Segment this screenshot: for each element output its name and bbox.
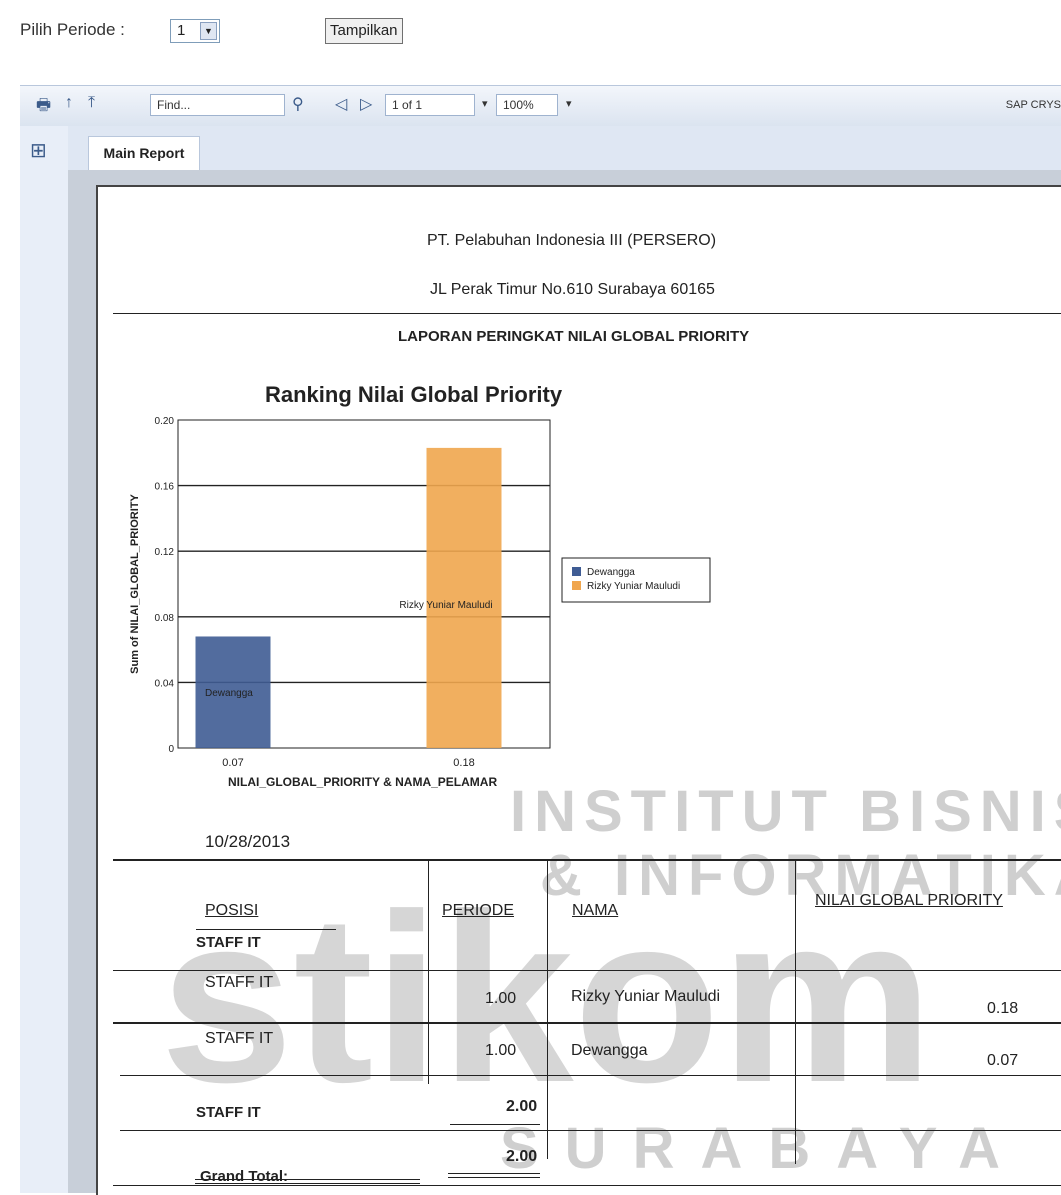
table-top-border bbox=[113, 859, 1061, 861]
period-select-value: 1 bbox=[177, 22, 186, 39]
report-title: LAPORAN PERINGKAT NILAI GLOBAL PRIORITY bbox=[398, 328, 750, 345]
tab-bar: Main Report bbox=[68, 126, 1061, 171]
export-icon[interactable]: ↑ bbox=[65, 94, 73, 112]
x-axis-title: NILAI_GLOBAL_PRIORITY & NAMA_PELAMAR bbox=[228, 775, 497, 789]
chevron-down-icon[interactable]: ▼ bbox=[200, 22, 217, 40]
brand-label: SAP CRYS bbox=[1005, 99, 1061, 111]
upload-icon[interactable]: ⤒ bbox=[88, 94, 95, 112]
group-label: STAFF IT bbox=[196, 934, 261, 951]
table-row-divider bbox=[120, 1130, 1061, 1131]
show-button[interactable]: Tampilkan bbox=[325, 18, 403, 44]
table-row-divider bbox=[113, 1022, 1061, 1024]
header-nama: NAMA bbox=[572, 902, 619, 919]
header-periode: PERIODE bbox=[442, 902, 515, 919]
period-select[interactable]: 1 ▼ bbox=[170, 19, 220, 43]
filter-bar: Pilih Periode : 1 ▼ Tampilkan bbox=[0, 0, 1061, 80]
zoom-dropdown-icon[interactable]: ▾ bbox=[566, 97, 572, 110]
row2-nilai: 0.07 bbox=[987, 1052, 1019, 1069]
group-tree-panel: ⊞ bbox=[20, 126, 69, 1193]
header-nilai: NILAI GLOBAL PRIORITY bbox=[815, 892, 1003, 909]
subtotal-label: STAFF IT bbox=[196, 1104, 261, 1121]
row2-posisi: STAFF IT bbox=[205, 1030, 274, 1047]
legend-swatch bbox=[572, 581, 581, 590]
legend-label: Rizky Yuniar Mauludi bbox=[587, 581, 680, 592]
y-tick-label: 0.16 bbox=[155, 482, 175, 493]
binoculars-icon[interactable]: ⚲ bbox=[292, 94, 304, 114]
watermark-line4: SURABAYA bbox=[500, 1116, 1027, 1181]
row2-nama: Dewangga bbox=[571, 1042, 648, 1059]
row1-nama: Rizky Yuniar Mauludi bbox=[571, 988, 721, 1005]
bar-data-label: Dewangga bbox=[205, 688, 253, 699]
y-tick-label: 0.12 bbox=[155, 547, 175, 558]
y-tick-label: 0.08 bbox=[155, 613, 175, 624]
header-divider bbox=[113, 313, 1061, 314]
ranking-chart: Ranking Nilai Global Priority 0 0.04 0.08 0.… bbox=[129, 382, 711, 789]
tab-main-report[interactable]: Main Report bbox=[88, 136, 200, 170]
row2-periode: 1.00 bbox=[485, 1042, 517, 1059]
subtotal-underline bbox=[450, 1124, 540, 1125]
grand-total-value: 2.00 bbox=[506, 1148, 538, 1165]
grand-total-value-underline bbox=[448, 1173, 540, 1178]
table-col-line bbox=[547, 859, 548, 1159]
zoom-select[interactable]: 100% bbox=[496, 94, 558, 116]
chart-title: Ranking Nilai Global Priority bbox=[265, 382, 563, 407]
report-date: 10/28/2013 bbox=[205, 832, 291, 851]
x-tick-label: 0.18 bbox=[453, 757, 474, 769]
page-dropdown-icon[interactable]: ▾ bbox=[482, 97, 488, 110]
table-col-line bbox=[795, 859, 796, 1164]
next-page-icon[interactable]: ▷ bbox=[360, 94, 372, 114]
table-header-divider bbox=[113, 970, 1061, 971]
y-tick-label: 0 bbox=[168, 744, 174, 755]
header-posisi: POSISI bbox=[205, 902, 259, 919]
page-indicator[interactable]: 1 of 1 bbox=[385, 94, 475, 116]
legend-swatch bbox=[572, 567, 581, 576]
period-label: Pilih Periode : bbox=[20, 20, 125, 39]
viewer-toolbar: 🖶 ↑ ⤒ Find... ⚲ ◁ ▷ 1 of 1 ▾ 100% ▾ SAP … bbox=[20, 85, 1061, 127]
row1-posisi: STAFF IT bbox=[205, 974, 274, 991]
legend-label: Dewangga bbox=[587, 567, 635, 578]
company-address: JL Perak Timur No.610 Surabaya 60165 bbox=[430, 281, 715, 298]
table-bottom-border bbox=[113, 1185, 1061, 1186]
subtotal-value: 2.00 bbox=[506, 1098, 538, 1115]
row1-nilai: 0.18 bbox=[987, 1000, 1019, 1017]
previous-page-icon[interactable]: ◁ bbox=[335, 94, 347, 114]
table-row-divider bbox=[120, 1075, 1061, 1076]
group-tree-icon[interactable]: ⊞ bbox=[30, 138, 47, 163]
grand-total-label: Grand Total: bbox=[200, 1168, 289, 1185]
group-underline bbox=[196, 929, 336, 930]
company-name: PT. Pelabuhan Indonesia III (PERSERO) bbox=[427, 232, 717, 249]
bar-rizky-yuniar-mauludi bbox=[426, 447, 502, 748]
y-tick-label: 0.20 bbox=[155, 416, 175, 427]
y-axis-title: Sum of NILAI_GLOBAL_PRIORITY bbox=[129, 494, 141, 674]
row1-periode: 1.00 bbox=[485, 990, 517, 1007]
find-input[interactable]: Find... bbox=[150, 94, 285, 116]
y-tick-label: 0.04 bbox=[155, 678, 175, 689]
legend-box bbox=[561, 557, 711, 603]
bar-data-label: Rizky Yuniar Mauludi bbox=[399, 600, 492, 611]
print-icon[interactable]: 🖶 bbox=[36, 94, 51, 121]
x-tick-label: 0.07 bbox=[222, 757, 243, 769]
table-col-line bbox=[428, 859, 429, 1084]
